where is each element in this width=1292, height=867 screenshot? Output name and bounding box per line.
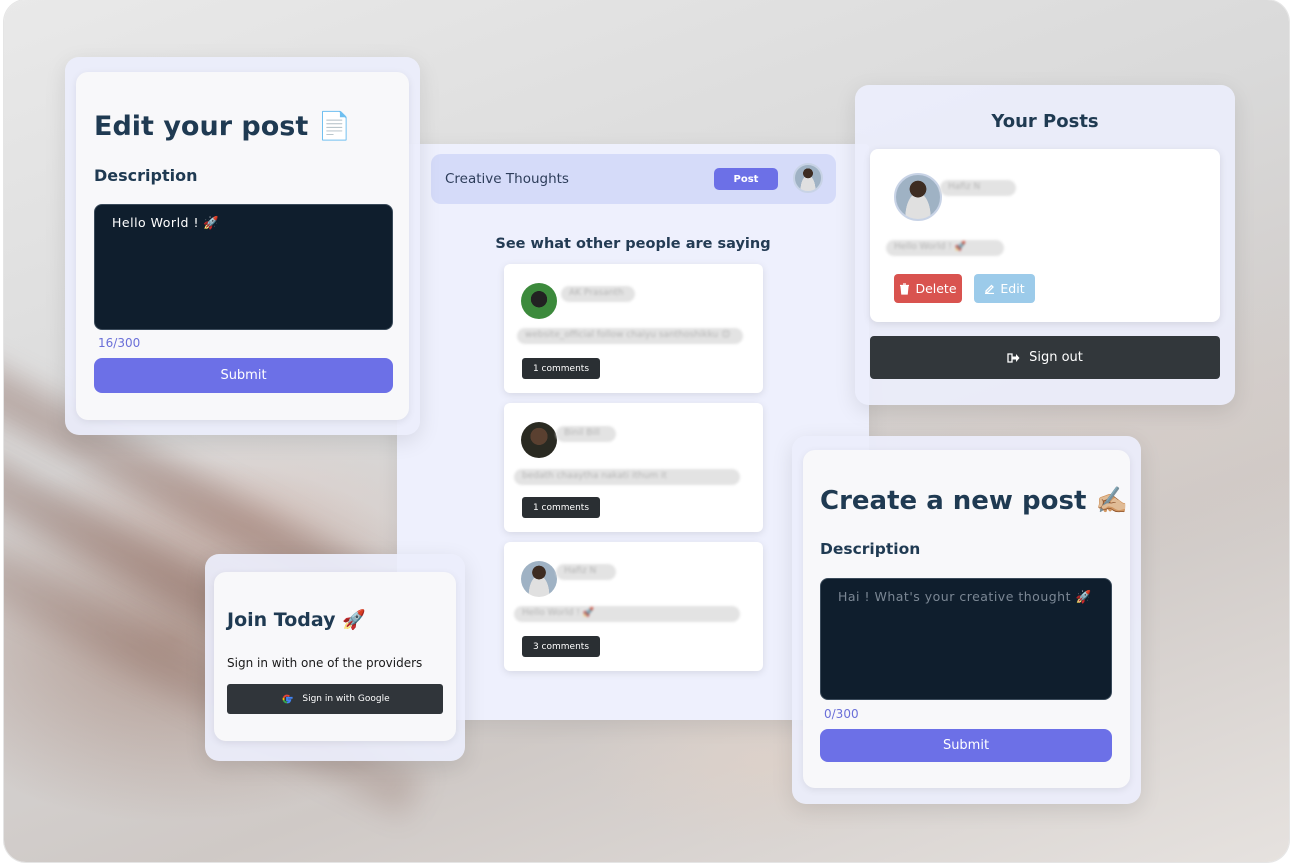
feed-heading: See what other people are saying (495, 236, 771, 252)
description-textarea[interactable]: Hello World ! 🚀 (94, 204, 393, 330)
description-label: Description (94, 166, 198, 185)
edit-label: Edit (1000, 281, 1025, 296)
sign-out-label: Sign out (1029, 350, 1083, 365)
description-textarea[interactable]: Hai ! What's your creative thought 🚀 (820, 578, 1112, 700)
post-author-avatar (894, 173, 942, 221)
post-text: website_official follow chaiyu santhoshi… (517, 328, 743, 344)
comments-button[interactable]: 3 comments (522, 636, 600, 657)
edit-post-form: Edit your post 📄 Description Hello World… (76, 72, 409, 420)
comments-button[interactable]: 1 comments (522, 358, 600, 379)
delete-button[interactable]: Delete (894, 274, 962, 303)
description-label: Description (820, 540, 921, 558)
google-sign-in-label: Sign in with Google (302, 694, 390, 704)
post-author-avatar (521, 283, 557, 319)
brand-title[interactable]: Creative Thoughts (445, 171, 569, 187)
post-text: Hello World ! 🚀 (886, 240, 1004, 256)
sign-out-icon (1007, 352, 1020, 363)
post-author-name: Hafiz N (940, 180, 1016, 196)
join-card: Join Today 🚀 Sign in with one of the pro… (205, 554, 465, 761)
sign-out-button[interactable]: Sign out (870, 336, 1220, 379)
your-posts-card: Your Posts Hafiz N Hello World ! 🚀 Delet… (855, 85, 1235, 405)
post-author-name: Hafiz N (556, 564, 616, 580)
blurred-background: Creative Thoughts Post See what other pe… (4, 0, 1289, 862)
char-counter: 16/300 (98, 336, 141, 350)
navbar: Creative Thoughts Post (431, 154, 836, 204)
edit-button[interactable]: Edit (974, 274, 1035, 303)
pencil-icon (985, 284, 995, 294)
edit-post-card: Edit your post 📄 Description Hello World… (65, 57, 420, 435)
delete-label: Delete (915, 281, 957, 296)
create-post-form: Create a new post ✍🏼 Description Hai ! W… (803, 450, 1130, 788)
own-post-card: Hafiz N Hello World ! 🚀 Delete Edit (870, 149, 1220, 322)
post-card: Binil Bill bedath chaaytha nakati ithum … (504, 403, 763, 532)
post-text: Hello World ! 🚀 (514, 606, 740, 622)
post-author-avatar (521, 422, 557, 458)
post-author-name: Binil Bill (556, 426, 616, 442)
your-posts-title: Your Posts (991, 111, 1099, 132)
submit-button[interactable]: Submit (94, 358, 393, 393)
trash-icon (900, 282, 910, 295)
create-post-title: Create a new post ✍🏼 (820, 486, 1128, 516)
comments-button[interactable]: 1 comments (522, 497, 600, 518)
post-text: bedath chaaytha nakati ithum it (514, 469, 740, 485)
post-card: AK Prasanth website_official follow chai… (504, 264, 763, 393)
char-counter: 0/300 (824, 707, 859, 721)
google-sign-in-button[interactable]: Sign in with Google (227, 684, 443, 714)
join-form: Join Today 🚀 Sign in with one of the pro… (214, 572, 456, 741)
edit-post-title: Edit your post 📄 (94, 111, 352, 142)
submit-button[interactable]: Submit (820, 729, 1112, 762)
join-title: Join Today 🚀 (227, 609, 366, 631)
post-author-name: AK Prasanth (561, 286, 635, 302)
create-post-card: Create a new post ✍🏼 Description Hai ! W… (792, 436, 1141, 804)
post-card: Hafiz N Hello World ! 🚀 3 comments (504, 542, 763, 671)
google-icon (282, 694, 293, 704)
join-subtitle: Sign in with one of the providers (227, 656, 423, 670)
post-author-avatar (521, 561, 557, 597)
user-avatar[interactable] (793, 163, 823, 193)
post-button[interactable]: Post (714, 168, 778, 190)
